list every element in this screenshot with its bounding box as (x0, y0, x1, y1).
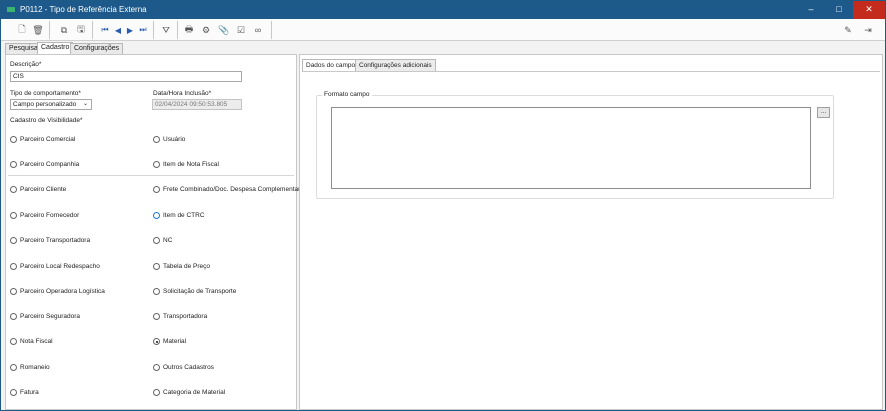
toolbar-separator (153, 21, 154, 39)
toolbar-separator (49, 21, 50, 39)
window-title: P0112 - Tipo de Referência Externa (20, 5, 147, 14)
radio-label: Parceiro Operadora Logística (20, 288, 105, 295)
chevron-down-icon: ⌄ (82, 101, 88, 107)
radio-circle (10, 313, 17, 320)
cadastro-panel: Descrição* CIS Tipo de comportamento* Ca… (5, 54, 301, 410)
attach-icon[interactable]: 📎 (217, 23, 231, 37)
minimize-button[interactable]: – (797, 1, 825, 19)
radio-label: Transportadora (163, 313, 208, 320)
data-inclusao-field: 02/04/2024 09:50:53.805 (152, 99, 242, 110)
tab-dados-do-campo[interactable]: Dados do campo (302, 59, 360, 71)
radio-circle (153, 237, 160, 244)
radio-label: Outros Cadastros (163, 364, 214, 371)
radio-circle (153, 136, 160, 143)
app-icon (7, 7, 15, 12)
tab-configuracoes-adicionais[interactable]: Configurações adicionais (355, 59, 436, 71)
radio-label: Nota Fiscal (20, 338, 53, 345)
radio-label: Romaneio (20, 364, 50, 371)
radio-circle (10, 338, 17, 345)
tipo-comportamento-label: Tipo de comportamento* (10, 90, 81, 97)
radio-label: Item de Nota Fiscal (163, 161, 219, 168)
delete-icon[interactable]: 🗑 (31, 23, 45, 37)
radio-label: Parceiro Companhia (20, 161, 80, 168)
new-icon[interactable]: 🗋 (15, 23, 29, 37)
radio-circle (153, 364, 160, 371)
check-icon[interactable]: ☑ (234, 23, 248, 37)
formato-campo-textarea[interactable] (331, 107, 811, 189)
radio-label: Parceiro Local Redespacho (20, 263, 100, 270)
radio-circle (10, 186, 17, 193)
cadastro-visibilidade-label: Cadastro de Visibilidade* (10, 117, 85, 124)
radio-label: Tabela de Preço (163, 263, 210, 270)
radio-label: NC (163, 237, 173, 244)
radio-circle (153, 161, 160, 168)
last-record-icon[interactable]: ⏭ (136, 23, 150, 37)
tab-configuracoes[interactable]: Configurações (70, 43, 124, 54)
toolbar-separator (92, 21, 93, 39)
tab-divider (302, 71, 880, 72)
toolbar-separator (177, 21, 178, 39)
settings-icon[interactable]: ⚙ (199, 23, 213, 37)
tool-icon[interactable]: ✎ (841, 23, 855, 37)
radio-label: Solicitação de Transporte (163, 288, 237, 295)
radio-circle (10, 161, 17, 168)
formato-campo-legend: Formato campo (322, 91, 372, 98)
radio-circle (153, 389, 160, 396)
browse-button[interactable]: ... (817, 107, 830, 118)
descricao-label: Descrição* (10, 61, 42, 68)
radio-circle (153, 288, 160, 295)
descricao-input[interactable]: CIS (10, 71, 242, 82)
toolbar-separator (271, 21, 272, 39)
title-bar: P0112 - Tipo de Referência Externa – □ ✕ (1, 1, 885, 19)
radio-circle (10, 136, 17, 143)
radio-circle (153, 186, 160, 193)
link-icon[interactable]: ∞ (251, 23, 265, 37)
copy-icon[interactable]: ⧉ (57, 23, 71, 37)
exit-icon[interactable]: ⇥ (861, 23, 875, 37)
details-panel: Dados do campo Configurações adicionais … (299, 54, 883, 410)
radio-label: Fatura (20, 389, 39, 396)
first-record-icon[interactable]: ⏮ (98, 23, 112, 37)
print-icon[interactable]: 🖶 (182, 23, 196, 37)
radio-label: Usuário (163, 136, 186, 143)
close-button[interactable]: ✕ (853, 1, 885, 19)
radio-circle (10, 263, 17, 270)
radio-circle (153, 313, 160, 320)
toolbar: 🗋 🗑 ⧉ 🖫 ⏮ ◀ ▶ ⏭ ⛛ 🖶 ⚙ 📎 ☑ ∞ ✎ ⇥ (1, 19, 885, 41)
maximize-button[interactable]: □ (825, 1, 853, 19)
radio-label: Material (163, 338, 187, 345)
radio-circle (153, 263, 160, 270)
tab-cadastro[interactable]: Cadastro (37, 42, 74, 54)
radio-label: Parceiro Fornecedor (20, 212, 80, 219)
tipo-comportamento-select[interactable]: Campo personalizado ⌄ (10, 99, 92, 110)
next-record-icon[interactable]: ▶ (123, 23, 137, 37)
radio-label: Categoria de Material (163, 389, 226, 396)
radio-label: Item de CTRC (163, 212, 205, 219)
application-window: P0112 - Tipo de Referência Externa – □ ✕… (0, 0, 886, 411)
radio-circle (10, 389, 17, 396)
radio-circle (10, 212, 17, 219)
radio-circle (10, 364, 17, 371)
group-divider (8, 175, 294, 176)
radio-label: Parceiro Transportadora (20, 237, 91, 244)
radio-circle (10, 288, 17, 295)
radio-circle-selected (153, 338, 160, 345)
radio-label: Parceiro Cliente (20, 186, 67, 193)
radio-circle (153, 212, 160, 219)
save-icon[interactable]: 🖫 (74, 23, 88, 37)
filter-icon[interactable]: ⛛ (159, 23, 173, 37)
tipo-comportamento-value: Campo personalizado (13, 101, 77, 108)
radio-circle (10, 237, 17, 244)
radio-label: Parceiro Seguradora (20, 313, 80, 320)
radio-label: Parceiro Comercial (20, 136, 76, 143)
data-inclusao-label: Data/Hora Inclusão* (153, 90, 212, 97)
radio-label: Frete Combinado/Doc. Despesa Complementa… (163, 186, 301, 193)
